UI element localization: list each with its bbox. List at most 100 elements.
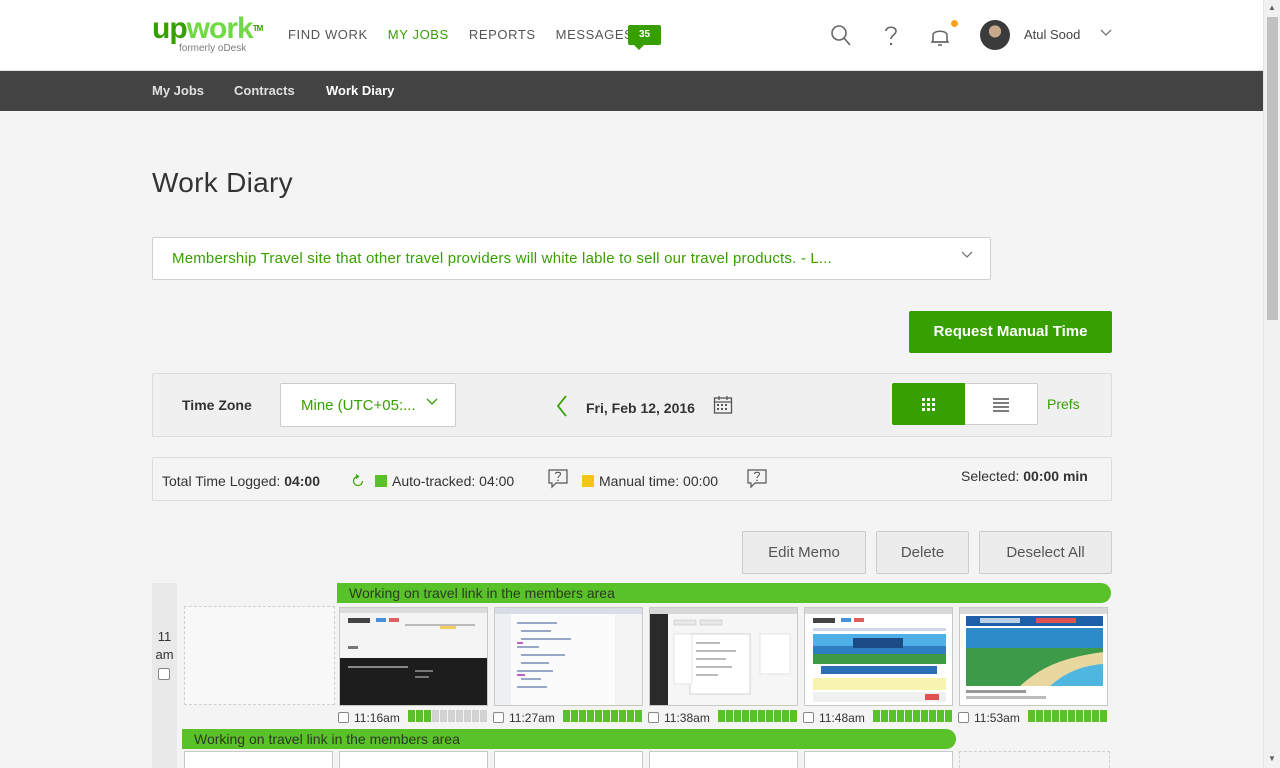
chevron-left-icon[interactable] bbox=[555, 394, 569, 418]
screenshot-image bbox=[960, 608, 1107, 705]
manual-time-swatch bbox=[582, 475, 594, 487]
nav-my-jobs[interactable]: MY JOBS bbox=[388, 27, 449, 42]
question-bubble-icon[interactable] bbox=[547, 468, 569, 490]
memo-bar[interactable]: Working on travel link in the members ar… bbox=[337, 583, 1111, 603]
list-view-toggle[interactable] bbox=[965, 383, 1038, 425]
main-nav: FIND WORK MY JOBS REPORTS MESSAGES bbox=[288, 27, 633, 42]
activity-segment bbox=[1060, 710, 1067, 722]
grid-view-toggle[interactable] bbox=[892, 383, 965, 425]
current-date: Fri, Feb 12, 2016 bbox=[586, 400, 695, 416]
hour-label-number: 11 bbox=[157, 629, 172, 644]
activity-segment bbox=[440, 710, 447, 722]
request-manual-time-button[interactable]: Request Manual Time bbox=[909, 311, 1112, 353]
activity-segment bbox=[416, 710, 423, 722]
activity-meter bbox=[1028, 710, 1107, 722]
activity-segment bbox=[1068, 710, 1075, 722]
screenshot-image bbox=[650, 608, 797, 705]
activity-segment bbox=[480, 710, 487, 722]
refresh-icon[interactable] bbox=[351, 474, 365, 488]
delete-button[interactable]: Delete bbox=[876, 531, 969, 574]
activity-segment bbox=[1052, 710, 1059, 722]
slot-time: 11:38am bbox=[664, 711, 710, 725]
total-time-logged: Total Time Logged: 04:00 bbox=[162, 473, 320, 489]
messages-count-badge[interactable]: 35 bbox=[628, 25, 661, 50]
upwork-logo[interactable]: upworkTM formerly oDesk bbox=[152, 14, 263, 55]
activity-segment bbox=[913, 710, 920, 722]
search-icon[interactable] bbox=[830, 24, 852, 48]
activity-meter bbox=[873, 710, 952, 722]
scroll-thumb[interactable] bbox=[1267, 17, 1278, 320]
avatar[interactable] bbox=[980, 20, 1010, 50]
screenshot-thumbnail[interactable] bbox=[184, 751, 333, 768]
hour-label-suffix: am bbox=[155, 647, 174, 662]
edit-memo-button[interactable]: Edit Memo bbox=[742, 531, 866, 574]
screenshot-image bbox=[495, 608, 642, 705]
activity-segment bbox=[790, 710, 797, 722]
screenshot-thumbnail[interactable] bbox=[339, 751, 488, 768]
subnav-contracts[interactable]: Contracts bbox=[234, 83, 295, 98]
hour-select-checkbox[interactable] bbox=[158, 668, 170, 680]
slot-time: 11:27am bbox=[509, 711, 555, 725]
empty-time-slot bbox=[184, 606, 335, 705]
sub-nav: My Jobs Contracts Work Diary bbox=[0, 71, 1263, 111]
screenshot-image bbox=[340, 608, 487, 705]
question-bubble-icon[interactable] bbox=[746, 468, 768, 490]
screenshot-thumbnail[interactable] bbox=[649, 751, 798, 768]
screenshot-thumbnail[interactable] bbox=[804, 751, 953, 768]
total-time-label: Total Time Logged: bbox=[162, 473, 281, 489]
bell-icon[interactable] bbox=[929, 24, 951, 48]
slot-time: 11:48am bbox=[819, 711, 865, 725]
screenshot-thumbnail[interactable] bbox=[339, 607, 488, 706]
slot-time: 11:53am bbox=[974, 711, 1020, 725]
screenshot-thumbnail[interactable] bbox=[804, 607, 953, 706]
subnav-my-jobs[interactable]: My Jobs bbox=[152, 83, 204, 98]
activity-segment bbox=[408, 710, 415, 722]
slot-select-checkbox[interactable] bbox=[493, 712, 504, 723]
activity-segment bbox=[464, 710, 471, 722]
chevron-down-icon bbox=[426, 398, 438, 405]
activity-segment bbox=[472, 710, 479, 722]
subnav-work-diary[interactable]: Work Diary bbox=[326, 83, 394, 98]
nav-reports[interactable]: REPORTS bbox=[469, 27, 536, 42]
slot-select-checkbox[interactable] bbox=[338, 712, 349, 723]
chevron-down-icon bbox=[961, 251, 973, 258]
nav-find-work[interactable]: FIND WORK bbox=[288, 27, 368, 42]
timezone-dropdown[interactable]: Mine (UTC+05:... bbox=[280, 383, 456, 427]
screenshot-thumbnail[interactable] bbox=[494, 607, 643, 706]
activity-segment bbox=[579, 710, 586, 722]
activity-segment bbox=[873, 710, 880, 722]
slot-time: 11:16am bbox=[354, 711, 400, 725]
scroll-up-arrow-icon[interactable]: ▲ bbox=[1268, 3, 1276, 12]
scroll-down-arrow-icon[interactable]: ▼ bbox=[1268, 754, 1276, 763]
screenshot-thumbnail[interactable] bbox=[649, 607, 798, 706]
activity-segment bbox=[774, 710, 781, 722]
slot-select-checkbox[interactable] bbox=[803, 712, 814, 723]
prefs-link[interactable]: Prefs bbox=[1047, 396, 1080, 412]
manual-time-label: Manual time: 00:00 bbox=[599, 473, 719, 489]
screenshot-thumbnail[interactable] bbox=[494, 751, 643, 768]
hour-label: 11 am bbox=[152, 628, 177, 664]
calendar-icon[interactable] bbox=[713, 395, 733, 415]
slot-select-checkbox[interactable] bbox=[958, 712, 969, 723]
screenshot-thumbnail[interactable] bbox=[959, 607, 1108, 706]
user-name[interactable]: Atul Sood bbox=[1024, 27, 1080, 42]
activity-segment bbox=[1076, 710, 1083, 722]
auto-tracked: Auto-tracked: 04:00 bbox=[375, 473, 514, 489]
help-icon[interactable] bbox=[880, 24, 902, 48]
activity-meter bbox=[563, 710, 642, 722]
activity-segment bbox=[897, 710, 904, 722]
activity-segment bbox=[758, 710, 765, 722]
vertical-scrollbar[interactable]: ▲ ▼ bbox=[1263, 0, 1280, 768]
chevron-down-icon[interactable] bbox=[1100, 28, 1112, 38]
activity-segment bbox=[1100, 710, 1107, 722]
nav-messages[interactable]: MESSAGES bbox=[556, 27, 634, 42]
activity-segment bbox=[611, 710, 618, 722]
total-time-value: 04:00 bbox=[284, 473, 320, 489]
activity-segment bbox=[1084, 710, 1091, 722]
list-icon bbox=[993, 398, 1009, 412]
memo-bar[interactable]: Working on travel link in the members ar… bbox=[182, 729, 956, 749]
deselect-all-button[interactable]: Deselect All bbox=[979, 531, 1112, 574]
contract-dropdown[interactable]: Membership Travel site that other travel… bbox=[152, 237, 991, 280]
slot-select-checkbox[interactable] bbox=[648, 712, 659, 723]
activity-segment bbox=[563, 710, 570, 722]
